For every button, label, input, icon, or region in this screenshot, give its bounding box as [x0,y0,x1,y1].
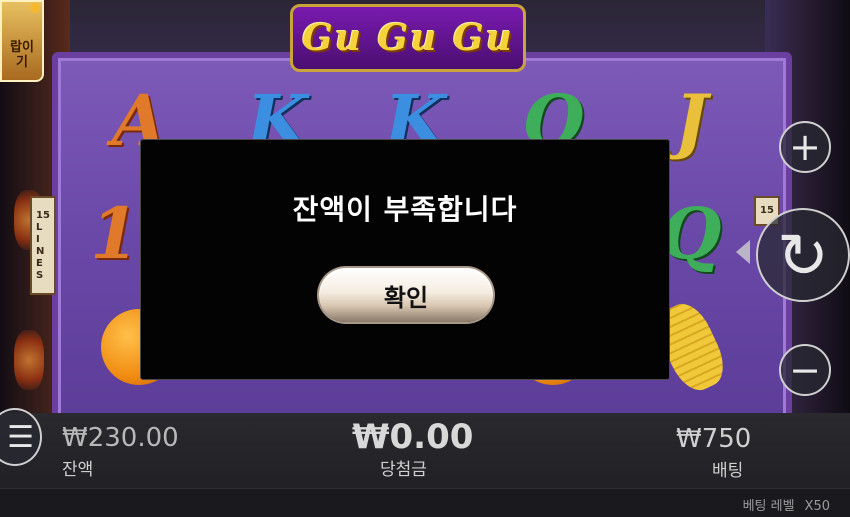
notification-dot [30,3,40,13]
chevron-left-icon[interactable] [736,240,750,264]
menu-icon: ☰ [7,419,34,455]
bet-label: 배팅 [712,461,744,481]
game-screen: A K K Q J 10 Q 15 L I N E S 15 Gu Gu Gu … [0,0,850,517]
win-value: ₩0.00 [352,417,474,457]
lantern-left-lower [14,330,44,390]
bet-level-label: 베팅 레벨 [742,499,795,514]
bet-level-value: X50 [804,499,830,514]
balance-label: 잔액 [62,460,94,480]
confirm-button[interactable]: 확인 [319,268,493,322]
bet-level: 베팅 레벨 X50 [743,495,830,514]
spin-button[interactable]: ↻ [756,208,850,302]
win-label: 당첨금 [380,460,427,480]
insufficient-balance-dialog: 잔액이 부족합니다 확인 [140,139,670,380]
minus-icon: − [789,348,821,392]
game-logo: Gu Gu Gu [290,4,526,72]
logo-text: Gu Gu Gu [302,17,514,59]
plus-icon: + [789,125,821,169]
refresh-icon: ↻ [777,218,829,292]
increase-bet-button[interactable]: + [779,121,831,173]
dialog-message: 잔액이 부족합니다 [292,193,518,226]
footer-strip [0,488,850,517]
decrease-bet-button[interactable]: − [779,344,831,396]
promo-label: 랍이 기 [10,40,34,70]
lines-badge-left: 15 L I N E S [30,196,56,295]
balance-value: ₩230.00 [62,423,179,453]
bet-value: ₩750 [676,424,752,454]
